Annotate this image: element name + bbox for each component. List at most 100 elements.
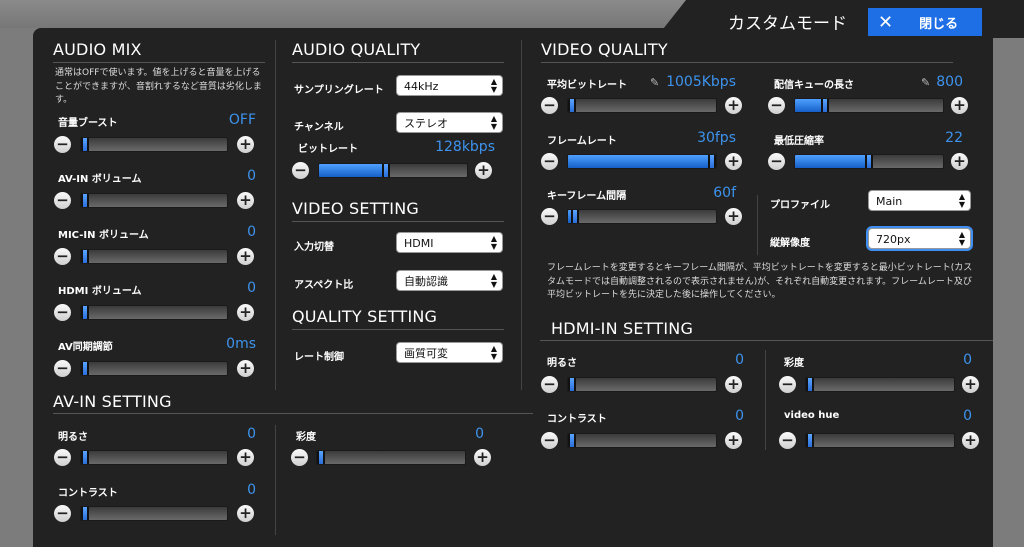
audio-bitrate-slider[interactable] xyxy=(318,163,468,178)
hdmi-volume-minus-button[interactable]: − xyxy=(54,304,71,321)
pencil-icon[interactable]: ✎ xyxy=(650,76,659,89)
keyframe-value: 60f xyxy=(713,185,736,201)
compression-slider[interactable] xyxy=(794,154,944,169)
hdmi-contrast-minus-button[interactable]: − xyxy=(541,432,558,449)
keyframe-plus-button[interactable]: + xyxy=(725,208,742,225)
av-contrast-slider[interactable] xyxy=(80,506,228,521)
hdmi-contrast-slider[interactable] xyxy=(567,433,717,448)
sampling-rate-value: 44kHz xyxy=(404,80,439,93)
av-in-volume-plus-button[interactable]: + xyxy=(237,192,254,209)
hdmi-saturation-slider[interactable] xyxy=(805,377,955,392)
pencil-icon[interactable]: ✎ xyxy=(921,76,930,89)
av-saturation-minus-button[interactable]: − xyxy=(291,449,308,466)
audio-mix-title: AUDIO MIX xyxy=(53,40,142,59)
hdmi-saturation-minus-button[interactable]: − xyxy=(779,376,796,393)
av-contrast-plus-button[interactable]: + xyxy=(237,505,254,522)
profile-label: プロファイル xyxy=(770,200,830,211)
aspect-select[interactable]: 自動認識 ▲ ▼ xyxy=(396,270,503,291)
slider-thumb[interactable] xyxy=(821,99,829,112)
resolution-value: 720px xyxy=(876,233,911,246)
video-setting-title: VIDEO SETTING xyxy=(292,199,419,218)
avg-bitrate-slider[interactable] xyxy=(567,98,717,113)
mic-in-volume-minus-button[interactable]: − xyxy=(54,248,71,265)
mic-in-volume-label: MIC-IN ボリューム xyxy=(58,230,149,241)
hdmi-brightness-plus-button[interactable]: + xyxy=(725,376,742,393)
av-saturation-slider[interactable] xyxy=(316,450,466,465)
boost-minus-button[interactable]: − xyxy=(54,136,71,153)
slider-thumb[interactable] xyxy=(568,378,576,391)
slider-thumb[interactable] xyxy=(317,451,325,464)
slider-thumb[interactable] xyxy=(81,194,89,207)
hdmi-saturation-plus-button[interactable]: + xyxy=(962,376,979,393)
av-sync-plus-button[interactable]: + xyxy=(237,360,254,377)
slider-thumb[interactable] xyxy=(806,434,814,447)
mic-in-volume-plus-button[interactable]: + xyxy=(237,248,254,265)
av-brightness-minus-button[interactable]: − xyxy=(54,449,71,466)
hdmi-hue-slider[interactable] xyxy=(805,433,955,448)
resolution-label: 縦解像度 xyxy=(770,238,810,249)
avg-bitrate-minus-button[interactable]: − xyxy=(541,97,558,114)
hdmi-volume-plus-button[interactable]: + xyxy=(237,304,254,321)
profile-select[interactable]: Main ▲ ▼ xyxy=(868,190,971,211)
av-brightness-slider[interactable] xyxy=(80,450,228,465)
queue-minus-button[interactable]: − xyxy=(768,97,785,114)
audio-bitrate-minus-button[interactable]: − xyxy=(292,162,309,179)
framerate-minus-button[interactable]: − xyxy=(541,153,558,170)
av-sync-slider[interactable] xyxy=(80,361,228,376)
close-button[interactable]: ✕ 閉じる xyxy=(868,8,982,36)
mic-in-volume-slider[interactable] xyxy=(80,249,228,264)
framerate-plus-button[interactable]: + xyxy=(725,153,742,170)
av-in-volume-label: AV-IN ボリューム xyxy=(58,174,142,185)
hdmi-volume-slider[interactable] xyxy=(80,305,228,320)
avg-bitrate-plus-button[interactable]: + xyxy=(725,97,742,114)
av-in-volume-slider[interactable] xyxy=(80,193,228,208)
sampling-rate-select[interactable]: 44kHz ▲ ▼ xyxy=(396,75,503,96)
boost-plus-button[interactable]: + xyxy=(237,136,254,153)
resolution-select[interactable]: 720px ▲ ▼ xyxy=(868,228,971,249)
hdmi-contrast-plus-button[interactable]: + xyxy=(725,432,742,449)
channel-select[interactable]: ステレオ ▲ ▼ xyxy=(396,112,503,133)
hdmi-hue-minus-button[interactable]: − xyxy=(779,432,796,449)
av-in-volume-value: 0 xyxy=(247,168,256,184)
slider-thumb[interactable] xyxy=(81,451,89,464)
window-title: カスタムモード xyxy=(728,14,847,34)
hdmi-brightness-slider[interactable] xyxy=(567,377,717,392)
slider-thumb[interactable] xyxy=(81,138,89,151)
av-in-volume-minus-button[interactable]: − xyxy=(54,192,71,209)
slider-thumb[interactable] xyxy=(81,507,89,520)
slider-thumb[interactable] xyxy=(571,210,579,223)
slider-thumb[interactable] xyxy=(81,306,89,319)
profile-value: Main xyxy=(876,195,903,208)
hdmi-hue-label: video hue xyxy=(784,410,840,421)
slider-thumb[interactable] xyxy=(568,434,576,447)
input-select[interactable]: HDMI ▲ ▼ xyxy=(396,232,503,253)
slider-thumb[interactable] xyxy=(382,164,390,177)
slider-thumb[interactable] xyxy=(81,362,89,375)
hdmi-hue-plus-button[interactable]: + xyxy=(962,432,979,449)
av-sync-minus-button[interactable]: − xyxy=(54,360,71,377)
keyframe-minus-button[interactable]: − xyxy=(541,208,558,225)
slider-thumb[interactable] xyxy=(708,155,716,168)
keyframe-slider[interactable] xyxy=(567,209,717,224)
slider-thumb[interactable] xyxy=(865,155,873,168)
boost-slider[interactable] xyxy=(80,137,228,152)
hdmi-contrast-value: 0 xyxy=(735,408,744,424)
queue-plus-button[interactable]: + xyxy=(951,97,968,114)
close-icon: ✕ xyxy=(878,11,894,33)
audio-bitrate-plus-button[interactable]: + xyxy=(475,162,492,179)
rate-control-select[interactable]: 画質可変 ▲ ▼ xyxy=(396,342,503,363)
av-brightness-plus-button[interactable]: + xyxy=(237,449,254,466)
queue-slider[interactable] xyxy=(794,98,944,113)
framerate-slider[interactable] xyxy=(567,154,717,169)
slider-thumb[interactable] xyxy=(806,378,814,391)
av-saturation-plus-button[interactable]: + xyxy=(474,449,491,466)
hdmi-brightness-minus-button[interactable]: − xyxy=(541,376,558,393)
slider-thumb[interactable] xyxy=(81,250,89,263)
compression-minus-button[interactable]: − xyxy=(768,153,785,170)
hdmi-in-title: HDMI-IN SETTING xyxy=(551,319,694,338)
divider xyxy=(757,195,758,255)
compression-plus-button[interactable]: + xyxy=(951,153,968,170)
hdmi-saturation-label: 彩度 xyxy=(784,358,804,369)
slider-thumb[interactable] xyxy=(568,99,576,112)
av-contrast-minus-button[interactable]: − xyxy=(54,505,71,522)
